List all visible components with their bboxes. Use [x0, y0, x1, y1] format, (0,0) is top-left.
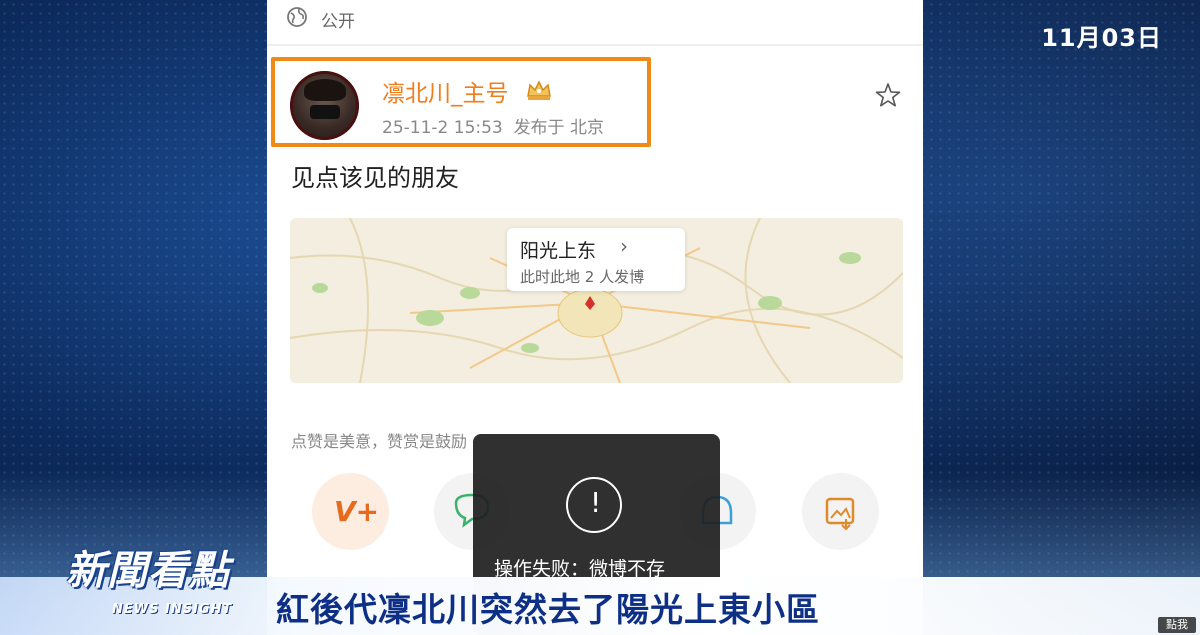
star-icon[interactable] — [875, 82, 901, 108]
avatar[interactable] — [290, 71, 359, 140]
save-image-button[interactable] — [802, 473, 879, 550]
post-meta: 25-11-2 15:53 发布于 北京 — [382, 113, 604, 138]
save-image-icon — [825, 497, 855, 531]
corner-badge[interactable]: 點我 — [1158, 617, 1196, 633]
chevron-right-icon: › — [620, 234, 628, 258]
headline-text: 紅後代凜北川突然去了陽光上東小區 — [276, 590, 820, 629]
exclamation-icon: ! — [590, 486, 602, 519]
crown-badge-icon — [527, 80, 551, 100]
news-logo-subtitle: NEWS INSIGHT — [112, 602, 233, 617]
broadcast-date: 11月03日 — [1041, 24, 1162, 52]
location-subtitle: 此时此地 2 人发博 — [520, 268, 645, 286]
username-link[interactable]: 凛北川_主号 — [382, 74, 509, 108]
avatar-hair — [304, 79, 346, 101]
visibility-label: 公开 — [321, 12, 355, 32]
weibo-post-screen: 公开 凛北川_主号 25-11-2 15:53 发布于 北京 见点该见的朋友 阳… — [267, 0, 923, 635]
post-timestamp: 25-11-2 15:53 — [382, 118, 503, 138]
globe-icon — [287, 7, 307, 27]
news-logo: 新聞看點 — [66, 548, 230, 594]
visibility-bar: 公开 — [267, 0, 923, 46]
avatar-mask — [310, 105, 340, 119]
reward-tip: 点赞是美意，赞赏是鼓励 — [291, 432, 468, 451]
post-text: 见点该见的朋友 — [291, 164, 459, 192]
vip-reward-button[interactable]: V+ — [312, 473, 389, 550]
location-name: 阳光上东 — [520, 240, 597, 262]
post-location: 发布于 北京 — [513, 118, 604, 138]
v-plus-icon: V+ — [334, 495, 380, 528]
